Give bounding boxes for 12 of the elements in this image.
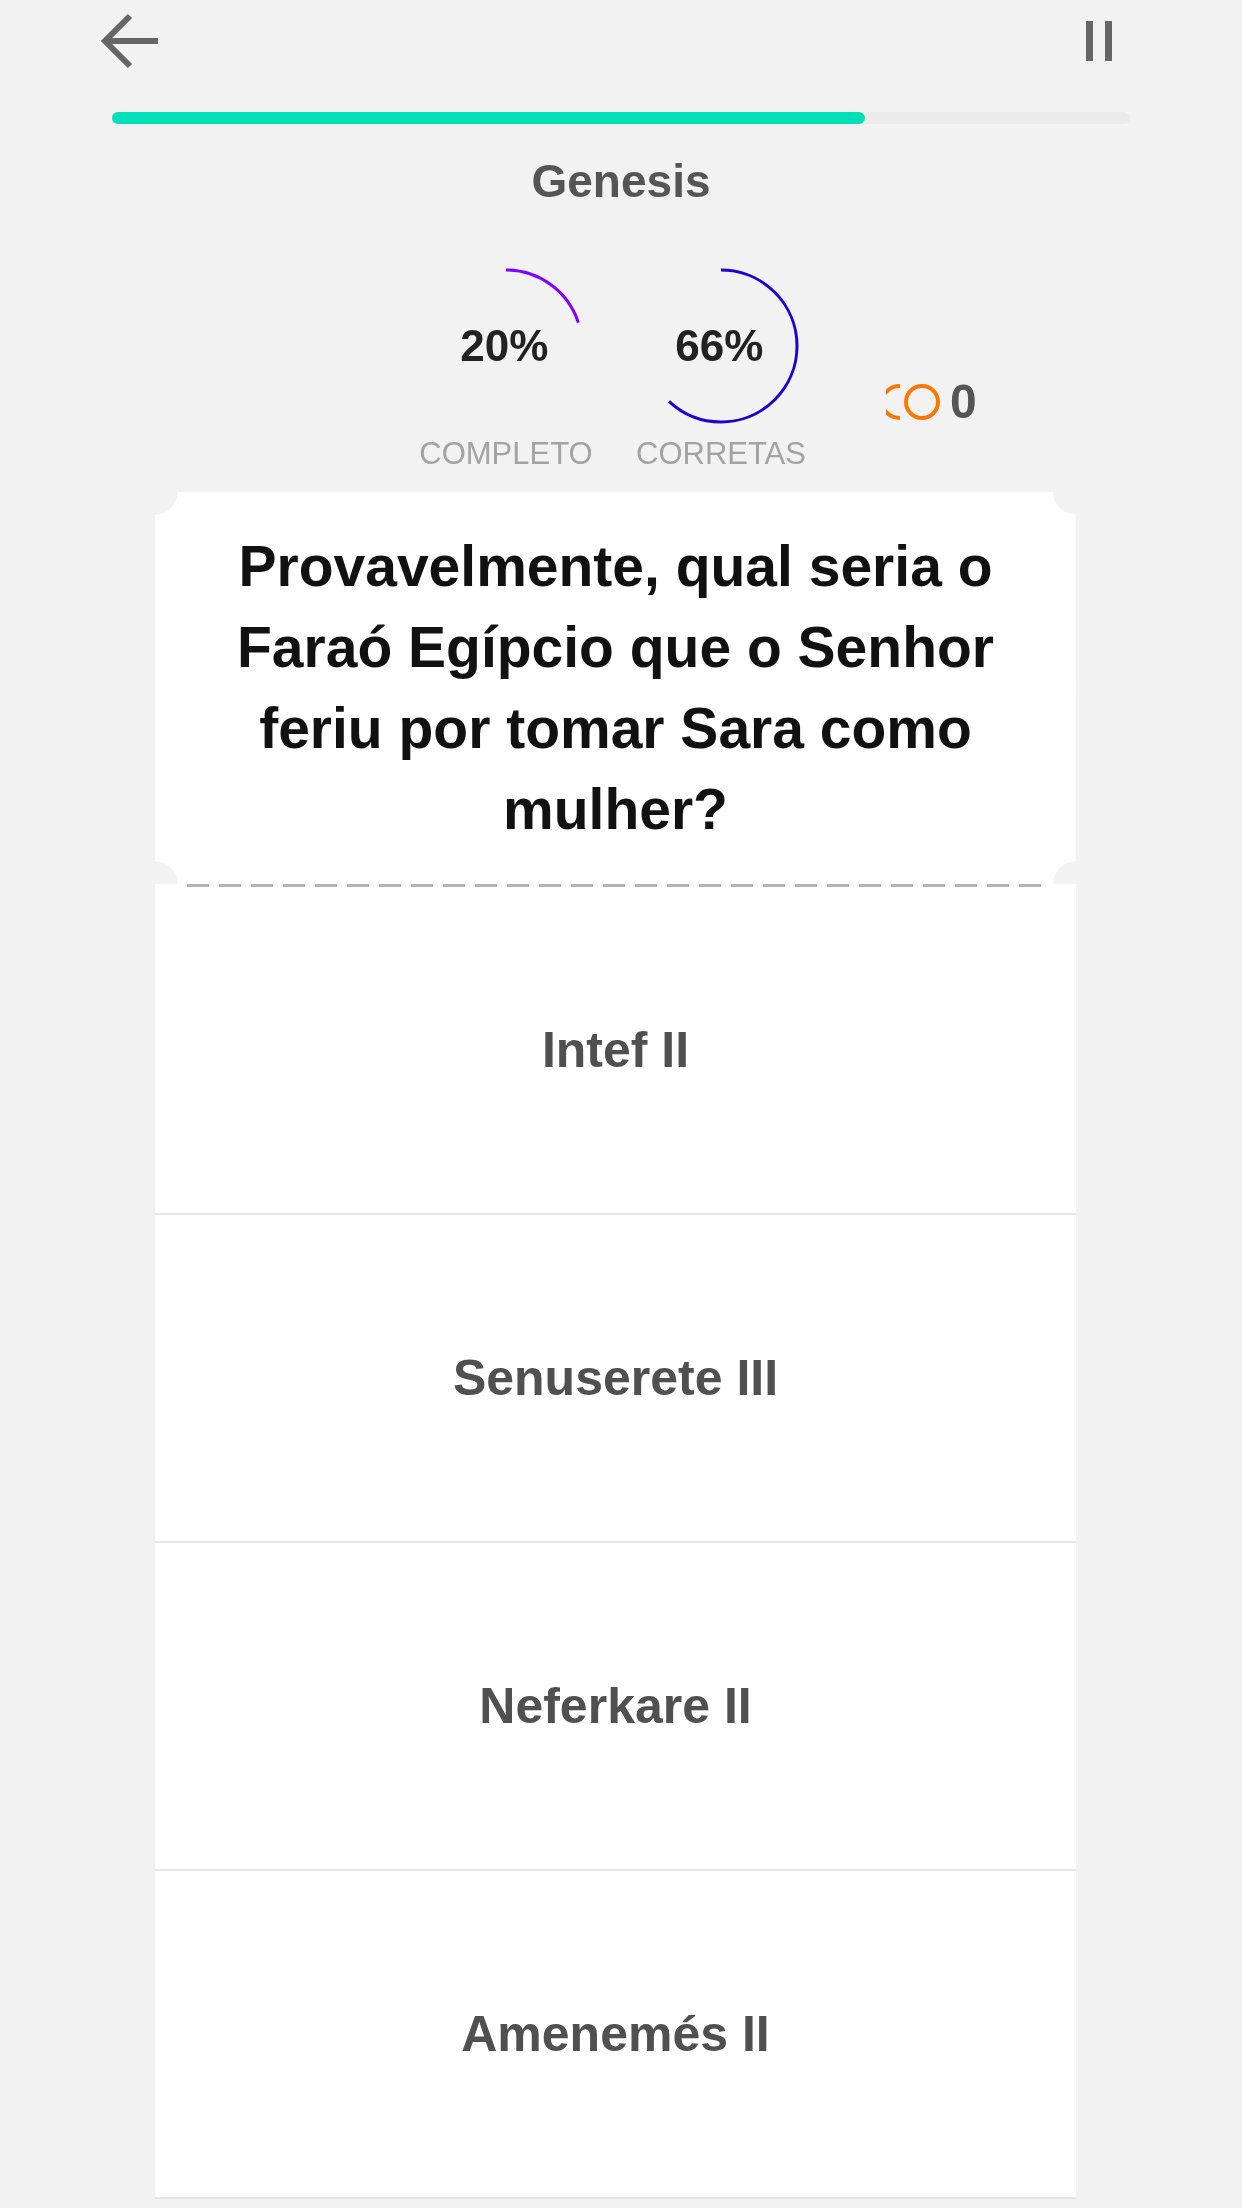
stat-label: COMPLETO	[419, 436, 593, 472]
coin-icon	[886, 382, 942, 422]
percent-value: 20%	[460, 321, 549, 371]
pause-button[interactable]	[1086, 21, 1112, 61]
quiz-title: Genesis	[531, 154, 711, 208]
arrow-left-icon	[100, 13, 160, 69]
percent-value: 66%	[675, 321, 764, 371]
back-button[interactable]	[100, 13, 160, 69]
stat-label: CORRETAS	[636, 436, 806, 472]
pause-icon	[1086, 21, 1112, 61]
question-text: Provavelmente, qual seria o Faraó Egípcio que o Senhor feriu por tomar Sara como mulher?	[236, 533, 995, 843]
coin-count: 0	[950, 376, 977, 428]
